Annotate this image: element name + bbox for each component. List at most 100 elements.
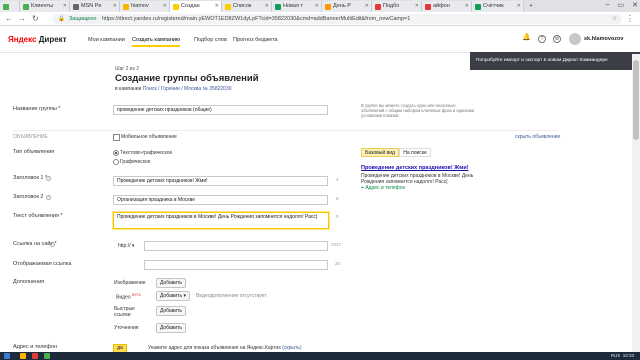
type-text-graphic-radio[interactable]: Текстово-графическое	[113, 150, 172, 156]
browser-icon[interactable]	[32, 353, 38, 359]
minimize-icon[interactable]: –	[606, 1, 610, 9]
tab-basic-view[interactable]: Базовый вид	[361, 148, 399, 157]
group-name-label: Название группы *	[13, 106, 61, 112]
tab-search-view[interactable]: На поиске	[399, 148, 431, 157]
divider	[13, 130, 558, 131]
campaign-id-link[interactable]: № 35822030	[203, 86, 232, 92]
close-tab-icon[interactable]: ✕	[415, 1, 419, 12]
quicklinks-label: Быстрые ссылки	[114, 306, 135, 318]
start-icon[interactable]	[4, 353, 10, 359]
browser-tab-strip: Клиенты ✕ MSN Pe ✕ hiamov ✕ Создан ✕ Список ✕…	[0, 0, 640, 12]
bookmark-star-icon[interactable]: ☆	[612, 14, 617, 24]
nav-budget-forecast[interactable]: Прогноз бюджета	[233, 37, 278, 43]
protocol-select[interactable]: http:// ▾	[118, 243, 134, 249]
add-clarifications-button[interactable]: Добавить	[156, 323, 186, 333]
app-icon[interactable]	[44, 353, 50, 359]
tab-favicon-icon	[123, 4, 129, 10]
tab-favicon-icon	[325, 4, 331, 10]
browser-tab[interactable]: MSN Pe ✕	[70, 1, 120, 12]
add-quicklinks-button[interactable]: Добавить	[156, 306, 186, 316]
hide-ad-link[interactable]: скрыть объявление	[515, 134, 560, 140]
scrollbar-thumb[interactable]	[633, 60, 639, 140]
ad-text-input[interactable]: Проведение детских праздников в Москве! …	[113, 212, 329, 229]
link-counter: 1017	[331, 242, 342, 247]
help-icon[interactable]: ?	[50, 242, 55, 247]
add-image-button[interactable]: Добавить	[156, 278, 186, 288]
close-tab-icon[interactable]: ✕	[365, 1, 369, 12]
nav-word-selection[interactable]: Подбор слов	[194, 37, 227, 43]
link-input[interactable]	[144, 241, 328, 251]
close-window-icon[interactable]: ✕	[632, 1, 638, 9]
new-tab-button[interactable]: +	[524, 1, 538, 12]
site-header: Яндекс Директ Мои кампании Создать кампа…	[0, 27, 640, 53]
mobile-ad-checkbox[interactable]: Мобильное объявление	[113, 134, 177, 141]
forward-icon[interactable]: →	[18, 14, 26, 23]
close-tab-icon[interactable]: ✕	[163, 1, 167, 12]
title1-label: Заголовок 1 *	[13, 175, 48, 181]
chevron-down-icon: ▾	[183, 293, 186, 299]
browser-tab[interactable]: Подбо ✕	[372, 1, 422, 12]
avatar[interactable]	[569, 33, 581, 45]
title2-input[interactable]: Организация праздника в Москве	[113, 195, 328, 205]
bell-icon[interactable]: 🔔	[522, 34, 531, 43]
help-icon[interactable]: ?	[46, 176, 51, 181]
tab-favicon-icon	[23, 4, 29, 10]
title1-input[interactable]: Проведение детских праздников! Жми!	[113, 176, 328, 186]
address-yes-toggle[interactable]: да	[113, 344, 127, 352]
image-label: Изображение	[114, 280, 146, 286]
help-icon[interactable]: ?	[46, 195, 51, 200]
campaign-link[interactable]: Поиск / Горение / Москва	[143, 86, 201, 92]
tab-favicon-icon	[173, 4, 179, 10]
help-icon[interactable]: ?	[538, 35, 546, 43]
add-video-button[interactable]: Добавить ▾	[156, 291, 190, 301]
browser-tab[interactable]: hiamov ✕	[120, 1, 170, 12]
preview-address[interactable]: ⌖ Адрес и телефон	[361, 185, 405, 191]
browser-tab[interactable]: Клиенты ✕	[20, 1, 70, 12]
browser-tab[interactable]: Список ✕	[222, 1, 272, 12]
campaign-line: в кампании Поиск / Горение / Москва № 35…	[115, 86, 232, 92]
browser-tab[interactable]: Счётчик ✕	[472, 1, 524, 12]
type-graphic-radio[interactable]: Графическое	[113, 159, 151, 165]
close-tab-icon[interactable]: ✕	[265, 1, 269, 12]
browser-tab-active[interactable]: Создан ✕	[170, 1, 222, 12]
preview-text: Проведение детских праздников в Москве! …	[361, 173, 474, 185]
browser-menu-icon[interactable]: ⋮	[626, 14, 634, 23]
back-icon[interactable]: ←	[5, 14, 13, 23]
step-indicator: Шаг 2 из 2	[115, 66, 140, 72]
extras-label: Дополнения	[13, 279, 45, 285]
secure-label: Защищено	[68, 16, 97, 22]
tab-favicon-icon	[275, 4, 281, 10]
close-tab-icon[interactable]: ✕	[315, 1, 319, 12]
ad-type-label: Тип объявления	[13, 149, 55, 155]
close-tab-icon[interactable]: ✕	[465, 1, 469, 12]
close-tab-icon[interactable]: ✕	[517, 1, 521, 12]
window-controls: – ▭ ✕	[606, 1, 638, 9]
close-tab-icon[interactable]: ✕	[215, 1, 219, 12]
close-tab-icon[interactable]: ✕	[63, 1, 67, 12]
browser-tab[interactable]: День Р ✕	[322, 1, 372, 12]
address-hide-link[interactable]: (скрыть)	[282, 345, 301, 351]
gear-icon[interactable]: ⚙	[553, 35, 561, 43]
tab-favicon-icon	[425, 4, 431, 10]
nav-my-campaigns[interactable]: Мои кампании	[88, 37, 125, 43]
close-tab-icon[interactable]: ✕	[113, 1, 117, 12]
username[interactable]: sk.hlamovozov	[584, 36, 623, 42]
address-note: Укажите адрес для показа объявления на Я…	[148, 345, 302, 351]
browser-tab[interactable]: айфон ✕	[422, 1, 472, 12]
display-link-label: Отображаемая ссылка	[13, 261, 72, 267]
video-note: Видеодополнение отсутствует	[196, 293, 267, 299]
group-name-input[interactable]: проведение детских праздников (общие)	[113, 105, 328, 115]
display-link-input[interactable]	[144, 260, 328, 270]
browser-tab[interactable]	[0, 1, 20, 12]
folder-icon[interactable]	[20, 353, 26, 359]
browser-tab[interactable]: Новая т ✕	[272, 1, 322, 12]
chevron-down-icon: ▾	[131, 243, 135, 249]
maximize-icon[interactable]: ▭	[618, 1, 625, 9]
nav-create-campaign[interactable]: Создать кампанию	[132, 37, 181, 47]
logo[interactable]: Яндекс Директ	[8, 35, 67, 44]
reload-icon[interactable]: ↻	[32, 14, 39, 23]
url-text: https://direct.yandex.ru/registered/main…	[102, 16, 411, 22]
url-input[interactable]: 🔒 Защищено https://direct.yandex.ru/regis…	[52, 14, 622, 24]
address-label: Адрес и телефон	[13, 344, 58, 350]
preview-title[interactable]: Проведение детских праздников! Жми!	[361, 165, 469, 171]
